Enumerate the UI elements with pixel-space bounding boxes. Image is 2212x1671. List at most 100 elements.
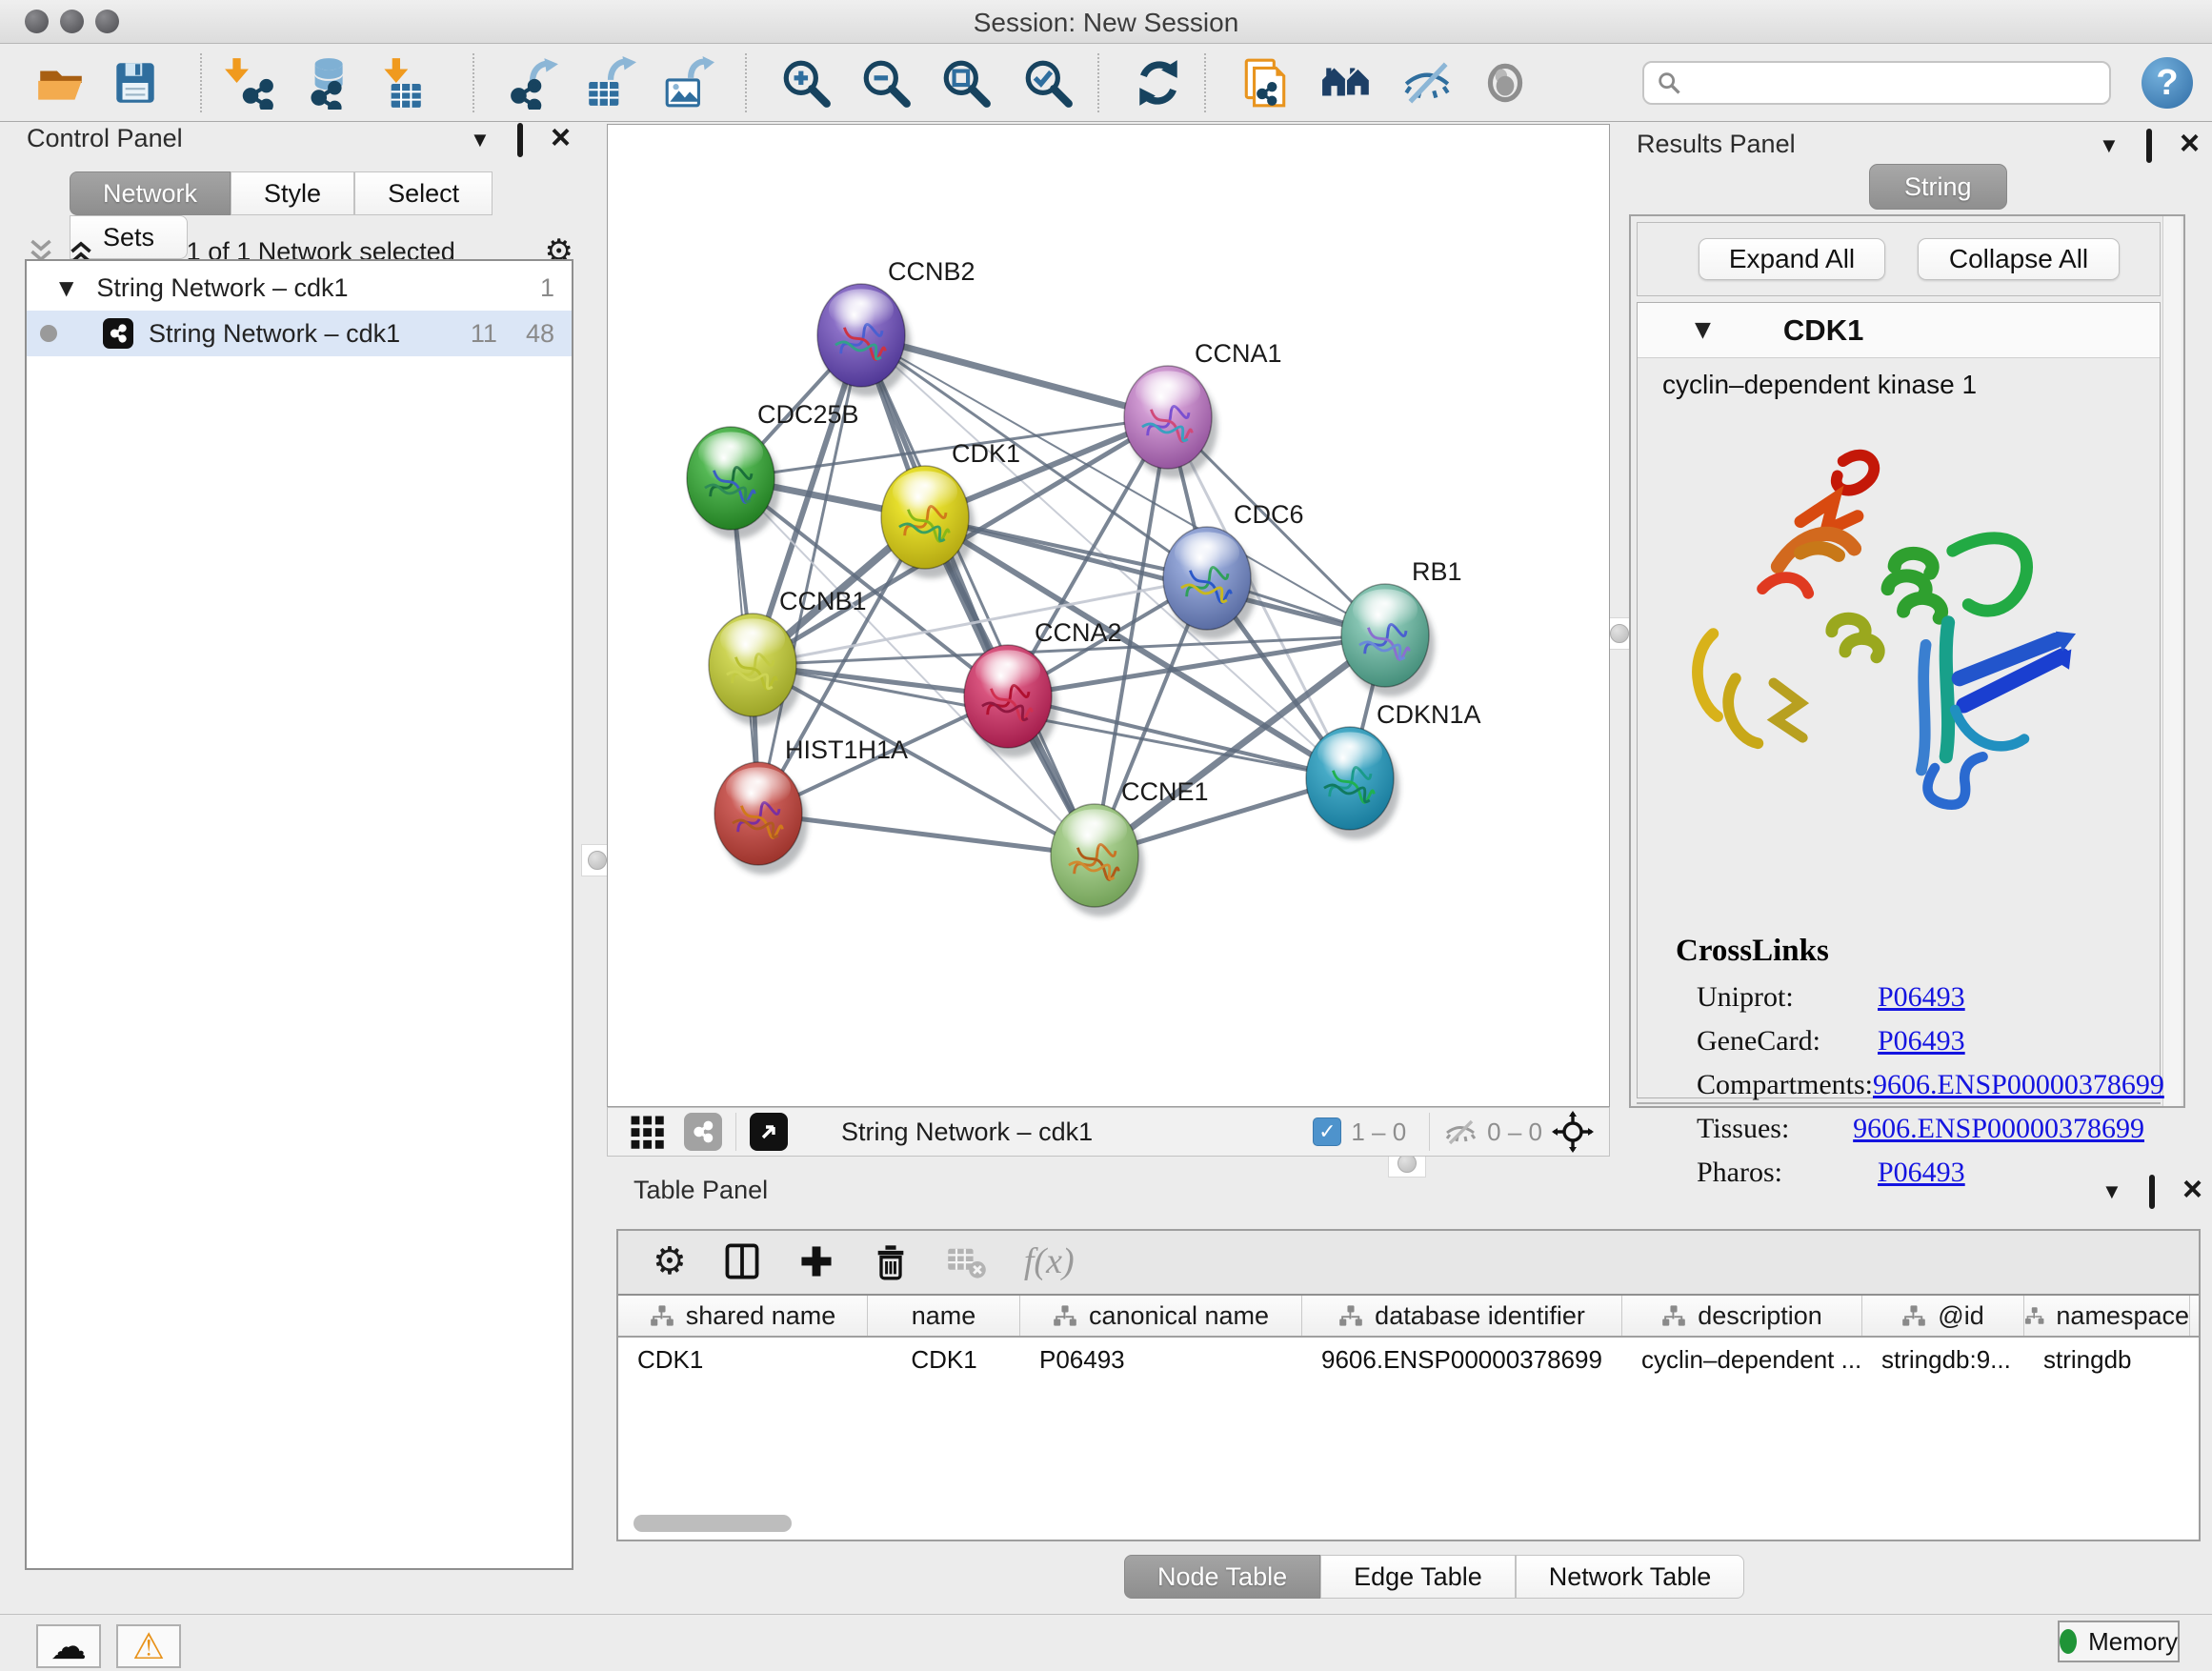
network-node-CDK1[interactable]: CDK1 <box>881 439 1020 578</box>
panel-close-icon[interactable]: × <box>2182 1178 2202 1200</box>
zoom-selected-icon[interactable] <box>1021 56 1075 110</box>
column-header-namespace[interactable]: namespace <box>2024 1296 2190 1336</box>
panel-close-icon[interactable]: × <box>551 126 571 149</box>
panel-menu-caret-icon[interactable]: ▼ <box>2099 133 2120 158</box>
left-splitter[interactable] <box>588 122 607 1157</box>
show-columns-icon[interactable] <box>723 1242 761 1280</box>
table-cell[interactable]: stringdb:9... <box>1862 1338 2024 1381</box>
column-label: canonical name <box>1089 1301 1269 1331</box>
gene-collapse-caret-icon[interactable]: ▼ <box>1695 318 1711 342</box>
refresh-icon[interactable] <box>1132 56 1185 110</box>
create-column-plus-icon[interactable] <box>797 1242 835 1280</box>
tab-string[interactable]: String <box>1869 164 2007 210</box>
network-row[interactable]: String Network – cdk1 11 48 <box>27 311 572 356</box>
column-header-canonical-name[interactable]: canonical name <box>1020 1296 1302 1336</box>
panel-float-icon[interactable] <box>517 126 523 155</box>
tab-network[interactable]: Network <box>70 171 231 215</box>
panel-float-icon[interactable] <box>2149 1178 2155 1207</box>
string-import-icon[interactable] <box>1238 56 1292 110</box>
open-file-icon[interactable] <box>34 56 88 110</box>
tab-node-table[interactable]: Node Table <box>1124 1555 1320 1599</box>
table-hscrollbar[interactable] <box>622 1513 2194 1534</box>
table-cell[interactable]: CDK1 <box>868 1338 1020 1381</box>
search-input[interactable] <box>1682 69 2082 98</box>
network-node-CCNE1[interactable]: CCNE1 <box>1051 777 1209 916</box>
bottom-splitter-handle[interactable] <box>1398 1154 1417 1173</box>
table-cell[interactable]: 9606.ENSP00000378699 <box>1302 1338 1622 1381</box>
tab-network-table[interactable]: Network Table <box>1516 1555 1745 1599</box>
network-node-CCNB1[interactable]: CCNB1 <box>709 587 867 726</box>
grid-view-icon[interactable] <box>629 1114 665 1150</box>
search-field[interactable] <box>1642 61 2111 105</box>
panel-float-icon[interactable] <box>2146 131 2152 161</box>
bottom-splitter[interactable] <box>607 1157 1610 1174</box>
collapse-all-button[interactable]: Collapse All <box>1918 238 2120 280</box>
table-row[interactable]: CDK1CDK1P064939606.ENSP00000378699cyclin… <box>618 1338 2199 1381</box>
panel-menu-caret-icon[interactable]: ▼ <box>470 128 491 152</box>
crosslink-row: Uniprot:P06493 <box>1697 976 2144 1019</box>
crosslink-link[interactable]: P06493 <box>1878 1025 1965 1057</box>
left-splitter-handle[interactable] <box>588 851 607 870</box>
selected-nodes-checkbox-icon[interactable]: ✓ <box>1313 1117 1341 1146</box>
column-header-@id[interactable]: @id <box>1862 1296 2024 1336</box>
column-header-name[interactable]: name <box>868 1296 1020 1336</box>
help-button[interactable]: ? <box>2142 57 2193 109</box>
network-collection-row[interactable]: ▼ String Network – cdk1 1 <box>27 265 572 311</box>
tab-select[interactable]: Select <box>354 171 493 215</box>
zoom-out-icon[interactable] <box>859 56 913 110</box>
string-network-graph[interactable]: CCNB2CCNA1CDC25BCDK1CDC6RB1CCNB1CCNA2CDK… <box>608 125 1609 1106</box>
function-builder-icon[interactable]: f(x) <box>1024 1240 1075 1282</box>
network-edge[interactable] <box>861 335 1095 856</box>
network-node-HIST1H1A[interactable]: HIST1H1A <box>714 735 908 875</box>
crosslink-link[interactable]: 9606.ENSP00000378699 <box>1853 1113 2144 1145</box>
delete-column-trash-icon[interactable] <box>872 1242 910 1280</box>
results-scrollbar[interactable] <box>2162 216 2182 1106</box>
expand-all-button[interactable]: Expand All <box>1699 238 1885 280</box>
home-networks-icon[interactable] <box>1320 56 1374 110</box>
export-table-icon[interactable] <box>583 56 636 110</box>
status-bar: ☁ ⚠ Memory <box>0 1614 2212 1671</box>
table-cell[interactable]: CDK1 <box>618 1338 868 1381</box>
tab-edge-table[interactable]: Edge Table <box>1320 1555 1516 1599</box>
crosslink-link[interactable]: P06493 <box>1878 981 1965 1014</box>
network-node-CDKN1A[interactable]: CDKN1A <box>1306 700 1481 839</box>
column-header-description[interactable]: description <box>1622 1296 1862 1336</box>
hscrollbar-thumb[interactable] <box>633 1515 792 1532</box>
network-view-canvas[interactable]: CCNB2CCNA1CDC25BCDK1CDC6RB1CCNB1CCNA2CDK… <box>607 124 1610 1107</box>
panel-menu-caret-icon[interactable]: ▼ <box>2101 1179 2122 1204</box>
show-eye-icon[interactable] <box>1478 56 1532 110</box>
detach-view-icon[interactable] <box>750 1113 788 1151</box>
import-network-database-icon[interactable] <box>299 56 352 110</box>
cloud-status-button[interactable]: ☁ <box>36 1624 101 1668</box>
birdseye-navigator-icon[interactable] <box>1552 1111 1594 1153</box>
table-cell[interactable]: cyclin–dependent ... <box>1622 1338 1862 1381</box>
save-session-icon[interactable] <box>109 56 162 110</box>
column-tree-icon <box>1338 1304 1363 1327</box>
network-node-CCNA1[interactable]: CCNA1 <box>1124 339 1282 478</box>
crosslink-link[interactable]: 9606.ENSP00000378699 <box>1873 1069 2164 1101</box>
import-network-file-icon[interactable] <box>223 56 276 110</box>
table-cell[interactable]: P06493 <box>1020 1338 1302 1381</box>
warnings-button[interactable]: ⚠ <box>116 1624 181 1668</box>
export-image-icon[interactable] <box>661 56 714 110</box>
export-network-icon[interactable] <box>507 56 560 110</box>
table-options-gear-icon[interactable]: ⚙ <box>653 1239 687 1283</box>
column-header-database-identifier[interactable]: database identifier <box>1302 1296 1622 1336</box>
network-overview-icon[interactable] <box>684 1113 722 1151</box>
network-edge[interactable] <box>758 814 1095 856</box>
network-node-CCNB2[interactable]: CCNB2 <box>817 257 975 396</box>
delete-table-icon[interactable] <box>946 1242 988 1280</box>
table-cell[interactable]: stringdb <box>2024 1338 2190 1381</box>
panel-close-icon[interactable]: × <box>2180 131 2200 154</box>
zoom-fit-icon[interactable] <box>939 56 993 110</box>
hidden-eye-icon[interactable] <box>1443 1117 1478 1147</box>
tab-style[interactable]: Style <box>231 171 354 215</box>
gene-card-header[interactable]: ▼ CDK1 <box>1638 303 2160 358</box>
import-table-file-icon[interactable] <box>373 56 427 110</box>
network-node-RB1[interactable]: RB1 <box>1341 557 1462 696</box>
hide-selected-eye-icon[interactable] <box>1400 56 1454 110</box>
memory-button[interactable]: Memory <box>2058 1621 2180 1662</box>
zoom-in-icon[interactable] <box>779 56 833 110</box>
column-header-shared-name[interactable]: shared name <box>618 1296 868 1336</box>
collection-expand-caret-icon[interactable]: ▼ <box>59 276 73 299</box>
